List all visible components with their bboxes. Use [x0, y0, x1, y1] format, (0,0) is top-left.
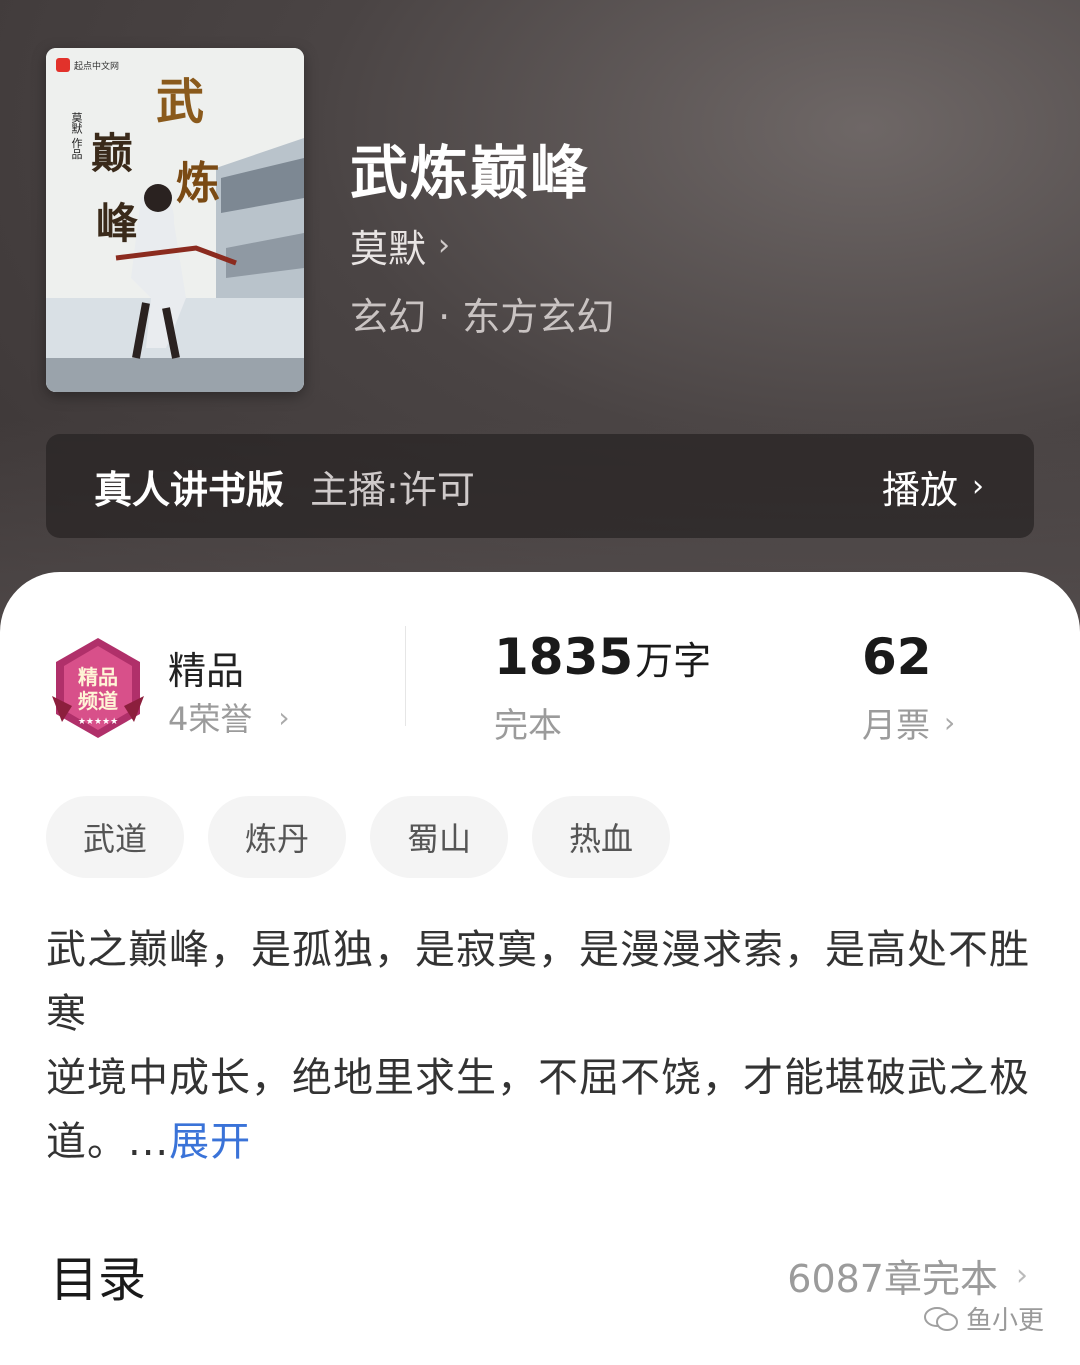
svg-text:★★★★★: ★★★★★ — [78, 717, 118, 727]
votes-label: 月票 — [862, 706, 930, 746]
honors-count: 4荣誉 — [168, 700, 253, 738]
audio-host: 主播:许可 — [310, 467, 475, 512]
tag-chip[interactable]: 蜀山 — [370, 796, 508, 878]
expand-link[interactable]: 展开 — [169, 1119, 251, 1165]
audio-version-bar[interactable]: 真人讲书版 主播:许可 播放 › — [46, 434, 1034, 538]
toc-title: 目录 — [50, 1252, 147, 1308]
book-description[interactable]: 武之巅峰，是孤独，是寂寞，是漫漫求索，是高处不胜寒 逆境中成长，绝地里求生，不屈… — [46, 918, 1036, 1174]
tag-chip[interactable]: 武道 — [46, 796, 184, 878]
publisher-mark: 起点中文网 — [56, 58, 119, 72]
play-button[interactable]: 播放 › — [882, 459, 984, 514]
publisher-name: 起点中文网 — [74, 61, 120, 72]
svg-text:武: 武 — [156, 74, 204, 130]
monthly-votes-link[interactable]: 月票 › — [862, 698, 955, 747]
cover-author: 莫默 作品 — [70, 112, 83, 160]
wechat-icon — [923, 1306, 958, 1331]
author-link[interactable]: 莫默 › — [350, 218, 450, 273]
badge-title: 精品 — [168, 649, 245, 693]
quality-badge-icon[interactable]: 精品 频道 ★★★★★ — [50, 636, 146, 740]
stats-divider — [405, 626, 406, 726]
tag-list: 武道 炼丹 蜀山 热血 — [46, 796, 670, 878]
tag-chip[interactable]: 热血 — [532, 796, 670, 878]
watermark-text: 鱼小更 — [965, 1306, 1044, 1336]
publisher-logo-icon — [56, 58, 70, 72]
book-genre[interactable]: 玄幻 · 东方玄幻 — [350, 286, 614, 341]
svg-text:炼: 炼 — [176, 158, 220, 209]
svg-text:峰: 峰 — [96, 199, 138, 248]
audio-title: 真人讲书版 — [94, 467, 285, 512]
watermark: 鱼小更 — [923, 1300, 1044, 1337]
play-label: 播放 — [881, 467, 958, 512]
cover-illustration: 武 炼 巅 峰 — [46, 48, 304, 392]
svg-text:精品: 精品 — [78, 665, 118, 689]
word-count-unit: 万字 — [635, 639, 712, 683]
toc-chapter-count: 6087章完本 — [787, 1257, 998, 1301]
chevron-right-icon: › — [944, 706, 956, 739]
monthly-votes-count[interactable]: 62 — [862, 628, 932, 686]
toc-link[interactable]: 6087章完本 › — [787, 1248, 1028, 1303]
book-cover[interactable]: 武 炼 巅 峰 起点中文网 莫默 作品 — [46, 48, 304, 392]
chevron-right-icon: › — [438, 228, 451, 263]
chevron-right-icon: › — [278, 700, 290, 734]
word-count-number: 1835 — [494, 628, 634, 686]
honors-link[interactable]: 4荣誉 › — [168, 694, 290, 740]
author-name: 莫默 — [350, 227, 427, 271]
svg-text:巅: 巅 — [91, 129, 133, 178]
chevron-right-icon: › — [1016, 1258, 1028, 1293]
book-title: 武炼巅峰 — [350, 139, 591, 207]
tag-chip[interactable]: 炼丹 — [208, 796, 346, 878]
word-count: 1835 万字 — [494, 628, 711, 686]
completion-status: 完本 — [494, 706, 562, 746]
chevron-right-icon: › — [972, 468, 984, 504]
svg-text:频道: 频道 — [78, 689, 118, 713]
